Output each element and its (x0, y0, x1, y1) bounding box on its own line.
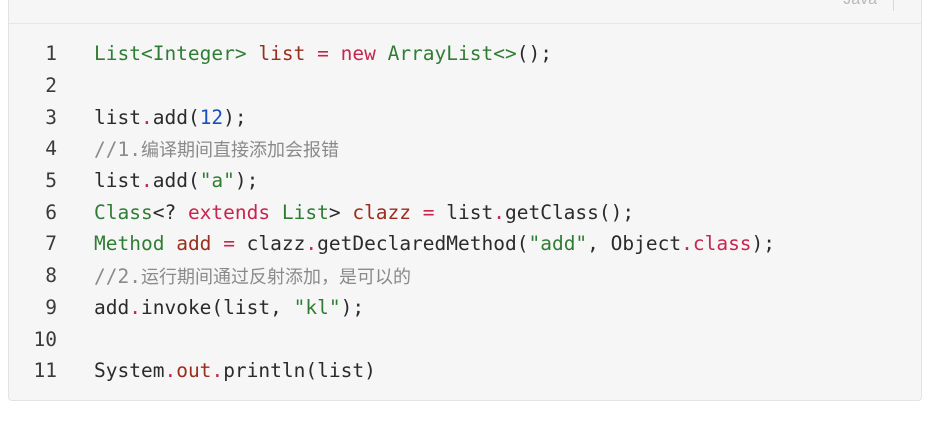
code-token: 12 (199, 105, 224, 129)
line-code: add.invoke(list, "kl"); (94, 296, 364, 319)
line-code: Class<? extends List> clazz = list.getCl… (94, 201, 634, 224)
code-line: 9 add.invoke(list, "kl"); (9, 292, 921, 324)
code-token: 编译期间直接添加会报错 (140, 139, 339, 161)
code-line: 10 (9, 323, 921, 355)
line-number: 8 (45, 264, 57, 288)
code-line: 8 //2.运行期间通过反射添加，是可以的 (9, 260, 921, 292)
code-block: Java 1 List<Integer> list = new ArrayList… (8, 0, 922, 401)
code-token: . (140, 105, 153, 129)
line-code: System.out.println(list) (94, 359, 376, 382)
code-line: 1 List<Integer> list = new ArrayList<>(); (9, 38, 921, 70)
code-token: class (692, 232, 752, 256)
line-code: List<Integer> list = new ArrayList<>(); (94, 42, 552, 65)
code-token: . (140, 169, 153, 193)
code-token: . (681, 232, 693, 256)
code-token: ArrayList<> (387, 42, 517, 66)
line-number: 6 (45, 200, 57, 224)
line-number: 5 (45, 169, 57, 193)
code-token: list (94, 169, 141, 193)
code-token: add( (152, 105, 200, 129)
line-code: list.add(12); (94, 106, 247, 129)
code-token: out (176, 359, 212, 383)
code-token: = (422, 200, 435, 224)
code-token: //1. (94, 137, 141, 161)
code-token: println(list) (223, 359, 376, 383)
code-line: 6 Class<? extends List> clazz = list.getC… (9, 196, 921, 228)
code-token: = (317, 42, 329, 66)
code-token: . (211, 359, 224, 383)
line-number: 7 (45, 232, 57, 256)
code-block-header: Java (9, 0, 921, 24)
code-token: System (94, 359, 165, 383)
code-token: "add" (528, 232, 588, 256)
line-code: Method add = clazz.getDeclaredMethod("ad… (94, 232, 775, 255)
line-number: 3 (45, 105, 57, 129)
code-token: Class (94, 200, 153, 224)
code-line: 5 list.add("a"); (9, 165, 921, 197)
language-label: Java (843, 0, 877, 9)
line-number: 9 (45, 295, 57, 319)
code-token: List (281, 200, 329, 224)
code-token: "a" (199, 169, 235, 193)
code-line: 7 Method add = clazz.getDeclaredMethod("a… (9, 228, 921, 260)
code-token: = (223, 232, 235, 256)
code-token: <? (152, 200, 188, 224)
line-code: //1.编译期间直接添加会报错 (94, 136, 339, 162)
code-lines: 1 List<Integer> list = new ArrayList<>();… (9, 38, 921, 387)
line-number: 4 (45, 137, 57, 161)
code-line: 2 (9, 70, 921, 102)
code-token: ); (234, 169, 259, 193)
line-number: 1 (45, 42, 57, 66)
code-token: invoke(list, (140, 295, 294, 319)
code-token: , Object (587, 232, 682, 256)
code-line: 3 list.add(12); (9, 101, 921, 133)
code-token: add (94, 295, 130, 319)
code-line: 11 System.out.println(list) (9, 355, 921, 387)
code-token: ); (223, 105, 247, 129)
line-code: list.add("a"); (94, 169, 258, 192)
code-token: clazz (352, 200, 412, 224)
header-divider (893, 0, 894, 11)
code-token: ); (751, 232, 776, 256)
code-token: new (340, 42, 376, 66)
code-token: List<Integer> (94, 42, 247, 66)
code-token: (); (516, 42, 552, 66)
code-token: //2. (94, 264, 141, 288)
line-code: //2.运行期间通过反射添加，是可以的 (94, 263, 411, 289)
line-number: 2 (45, 74, 57, 98)
code-token: list (434, 200, 494, 224)
code-token: add (176, 232, 212, 256)
code-token: add( (152, 169, 200, 193)
code-token: > (328, 200, 353, 224)
code-token: list (258, 42, 306, 66)
line-number: 10 (33, 327, 57, 351)
code-token: . (305, 232, 318, 256)
code-token: ); (340, 295, 365, 319)
code-token: . (129, 295, 141, 319)
code-token: . (493, 200, 505, 224)
code-token: list (94, 105, 141, 129)
code-token: getClass(); (504, 200, 635, 224)
code-token: getDeclaredMethod( (317, 232, 529, 256)
line-number: 11 (33, 359, 57, 383)
code-token: 运行期间通过反射添加，是可以的 (140, 266, 411, 288)
code-token: "kl" (293, 295, 341, 319)
code-token: clazz (234, 232, 306, 256)
code-token: Method (94, 232, 165, 256)
code-token: . (164, 359, 177, 383)
code-line: 4 //1.编译期间直接添加会报错 (9, 133, 921, 165)
code-token: extends (187, 200, 271, 224)
